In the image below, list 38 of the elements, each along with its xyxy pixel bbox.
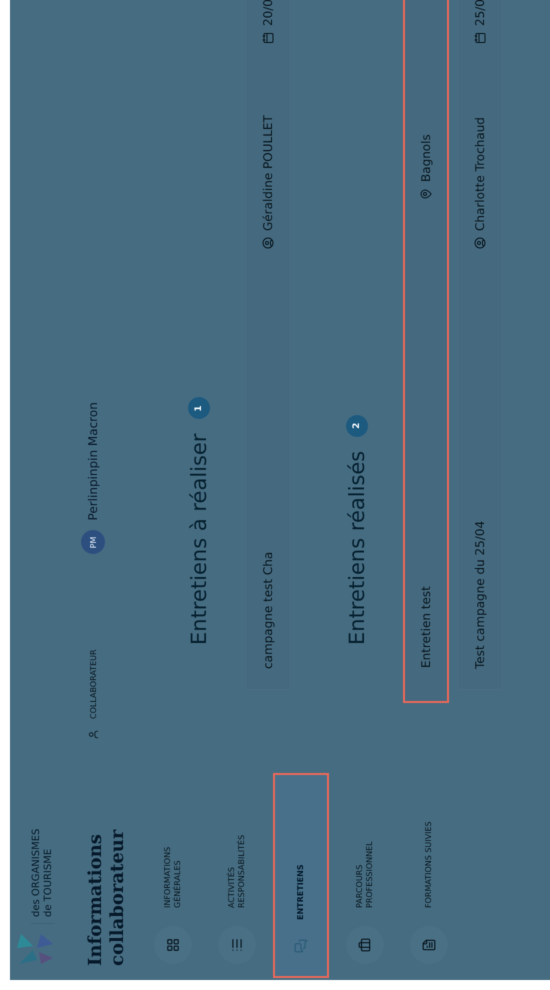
briefcase-icon: [346, 926, 384, 964]
location-icon: [420, 188, 432, 200]
avatar: PM: [81, 530, 105, 554]
document-icon: [410, 926, 448, 964]
sidebar-item[interactable]: FORMATIONS SUIVIES: [401, 773, 457, 978]
interview-card[interactable]: Test campagne du 25/04 Charlotte Trochaud 25/0: [457, 0, 503, 690]
interview-card[interactable]: Entretien test Bagnols: [403, 0, 449, 703]
location-text: Bagnols: [419, 0, 433, 248]
person-icon: [474, 237, 486, 249]
interview-title: Entretien test: [419, 585, 433, 668]
count-badge: 2: [346, 414, 368, 437]
sidebar-item[interactable]: INFORMATIONS GÉNÉRALES: [145, 773, 201, 978]
interviewer-name: Géraldine POULLET: [261, 44, 275, 249]
count-badge: 1: [188, 398, 210, 420]
interview-title: Test campagne du 25/04: [473, 520, 487, 669]
page-title: Informations collaborateur: [85, 828, 129, 966]
person-icon: [262, 237, 274, 249]
user-name: Perlinpinpin Macron: [86, 402, 100, 520]
interview-date: 20/0: [261, 0, 275, 44]
sidebar-item[interactable]: ENTRETIENS: [273, 773, 329, 978]
chat-icon: [293, 938, 309, 954]
logo-text: de TOURISME: [43, 848, 55, 917]
grid-icon: [154, 926, 192, 964]
interview-card[interactable]: campagne test Cha Géraldine POULLET 20/0: [245, 0, 291, 690]
section-title: Entretiens réalisés: [345, 450, 369, 645]
calendar-icon: [474, 32, 486, 44]
sidebar-item[interactable]: PARCOURS PROFESSIONNEL: [337, 773, 393, 978]
section-title: Entretiens à réaliser: [187, 434, 211, 645]
sidebar-item[interactable]: ACTIVITÉS RESPONSABILITÉS: [209, 773, 265, 978]
list-icon: [218, 926, 256, 964]
interview-date: 25/0: [473, 0, 487, 44]
interview-title: campagne test Cha: [261, 550, 275, 669]
interviewer-name: Charlotte Trochaud: [473, 44, 487, 249]
role-label: COLLABORATEUR: [88, 649, 98, 719]
user-icon: [88, 729, 98, 740]
logo-icon: [15, 932, 55, 966]
calendar-icon: [262, 32, 274, 44]
logo-text: des ORGANISMES: [31, 828, 43, 917]
